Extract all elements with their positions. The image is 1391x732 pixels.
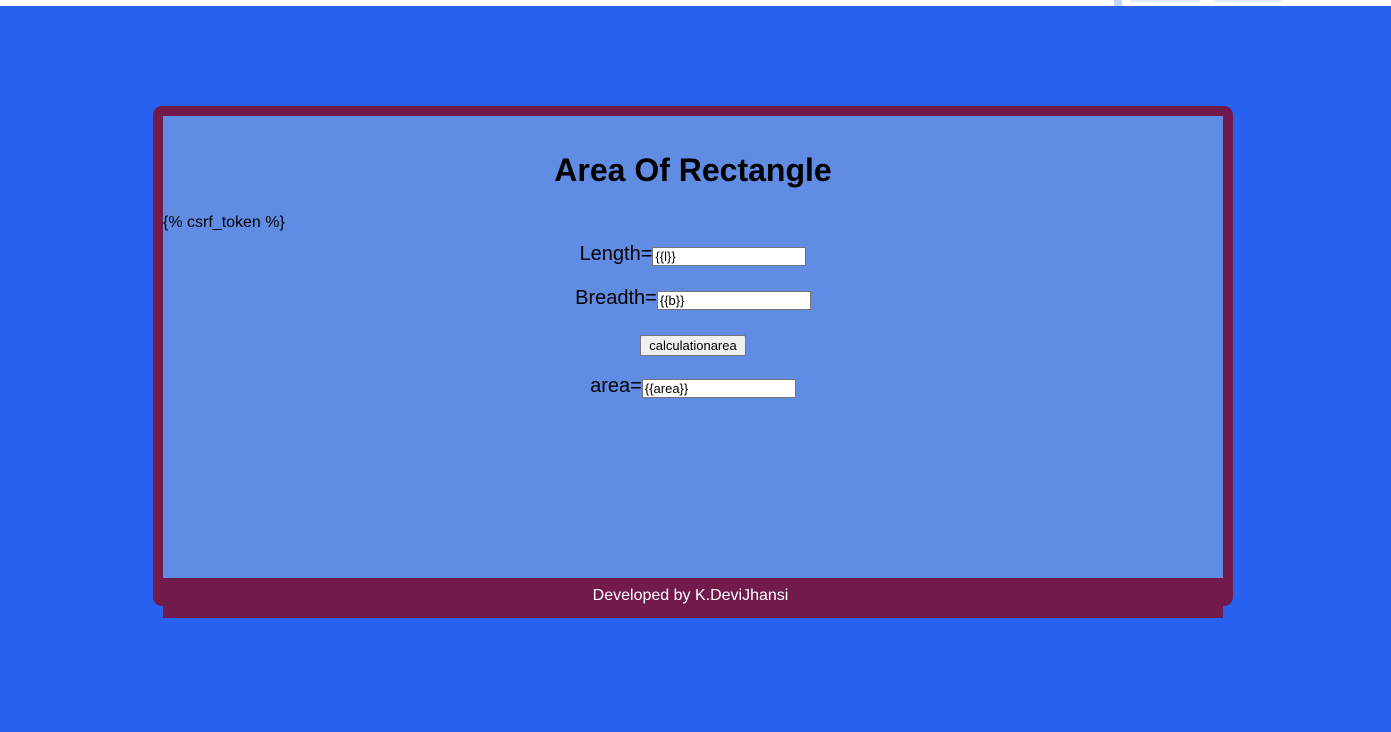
calculate-area-button[interactable]: calculationarea [640, 335, 746, 356]
browser-strip-divider [1114, 0, 1122, 6]
breadth-label: Breadth= [575, 287, 657, 310]
browser-tab-stub [1214, 0, 1282, 2]
footer-credit: Developed by K.DeviJhansi [592, 587, 789, 604]
footer: Developed by K.DeviJhansi [163, 578, 1223, 618]
area-row: area= [163, 375, 1223, 399]
page-title: Area Of Rectangle [554, 152, 832, 188]
area-input[interactable] [641, 379, 796, 399]
area-label: area= [590, 375, 642, 398]
browser-tab-stub [1130, 0, 1200, 2]
breadth-input[interactable] [656, 291, 811, 311]
length-row: Length= [163, 243, 1223, 267]
breadth-row: Breadth= [163, 287, 1223, 311]
length-input[interactable] [652, 247, 807, 267]
csrf-token-text: {% csrf_token %} [163, 214, 285, 231]
length-label: Length= [579, 243, 653, 266]
